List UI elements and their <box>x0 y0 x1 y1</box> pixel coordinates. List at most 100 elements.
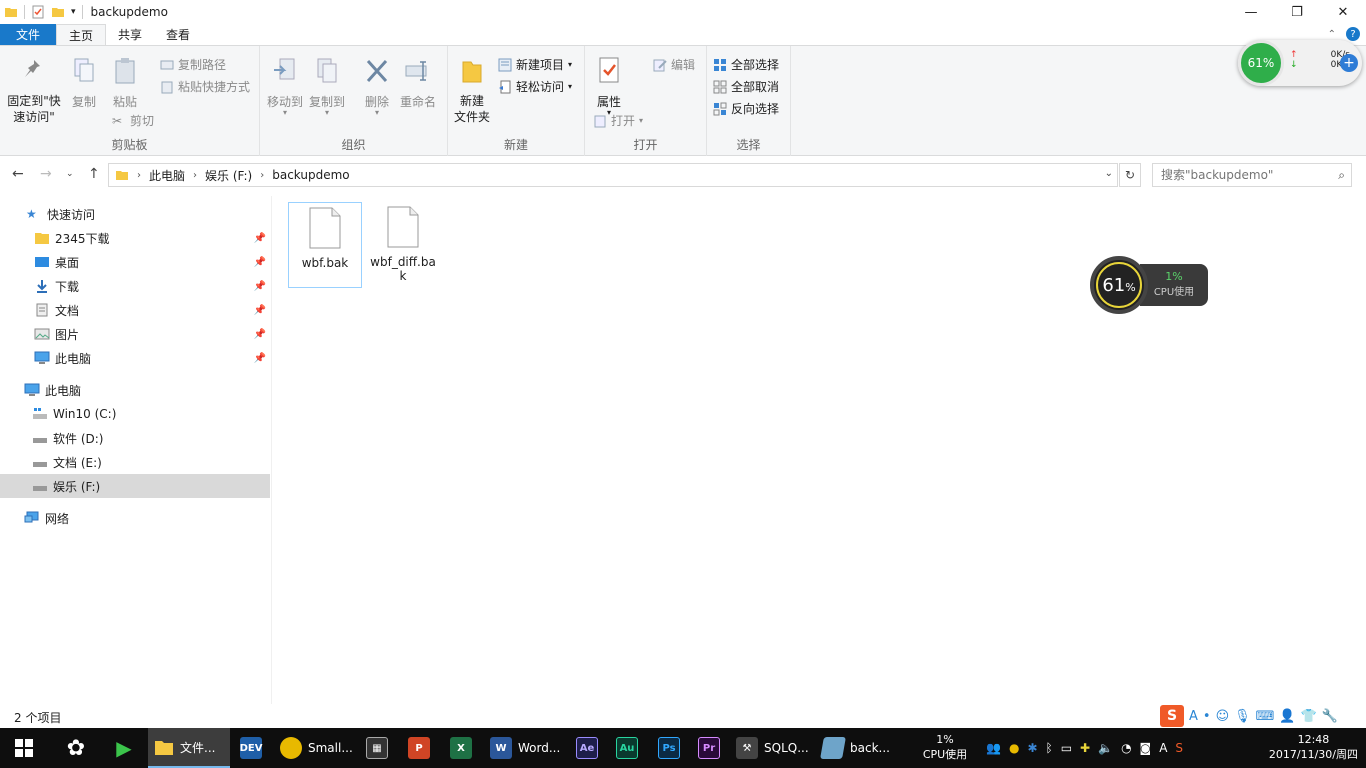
notification-icon[interactable]: ◙ <box>1140 741 1152 755</box>
cut-button[interactable]: ✂ 剪切 <box>112 112 154 129</box>
search-input[interactable] <box>1161 168 1321 182</box>
search-box[interactable]: ⌕ <box>1152 163 1352 187</box>
maximize-button[interactable]: ❐ <box>1274 0 1320 24</box>
pin-icon[interactable]: 📌 <box>254 257 266 268</box>
nav-quick-access[interactable]: ★ 快速访问 <box>0 202 270 226</box>
copy-to-button[interactable]: 复制到 ▾ <box>308 56 346 117</box>
cpu-usage-widget[interactable]: 1% CPU使用 61% <box>1090 256 1208 314</box>
tab-share[interactable]: 共享 <box>106 24 154 45</box>
pin-icon[interactable]: 📌 <box>254 233 266 244</box>
people-icon[interactable]: 👥 <box>986 741 1001 755</box>
start-button[interactable] <box>0 728 48 768</box>
user-icon[interactable]: 👤 <box>1279 709 1295 724</box>
taskbar-film[interactable]: ▦ <box>366 728 394 768</box>
network-speed-widget[interactable]: 61% ↑0K/s ↓0K/s + <box>1238 40 1362 86</box>
address-dropdown-icon[interactable]: ⌄ <box>1105 168 1113 179</box>
select-all-button[interactable]: 全部选择 <box>713 56 779 73</box>
file-item[interactable]: wbf.bak <box>288 202 362 288</box>
pin-icon[interactable]: 📌 <box>254 305 266 316</box>
edit-button[interactable]: 编辑 <box>653 56 695 73</box>
clock[interactable]: 12:48 2017/11/30/周四 <box>1269 732 1358 762</box>
customize-toolbar-icon[interactable]: ▾ <box>71 7 76 17</box>
ime-toolbar[interactable]: S A • ☺ 🎙 ⌨ 👤 👕 🔧 <box>1158 703 1366 729</box>
pin-to-quick-access-button[interactable]: 固定到"快速访问" <box>6 56 62 125</box>
color-ball-icon[interactable]: ● <box>1009 741 1019 755</box>
move-to-button[interactable]: 移动到 ▾ <box>266 56 304 117</box>
nav-pictures[interactable]: 图片 📌 <box>0 322 270 346</box>
tab-home[interactable]: 主页 <box>56 24 107 45</box>
keyboard-icon[interactable]: ⌨ <box>1256 709 1275 724</box>
volume-icon[interactable]: 🔈 <box>1098 741 1113 755</box>
tab-view[interactable]: 查看 <box>154 24 202 45</box>
language-icon[interactable]: A <box>1189 709 1198 724</box>
chevron-right-icon[interactable]: › <box>193 170 197 181</box>
copy-button[interactable]: 复制 <box>68 56 100 110</box>
taskbar-excel[interactable]: X <box>450 728 478 768</box>
breadcrumb-backupdemo[interactable]: backupdemo <box>272 168 349 182</box>
nav-downloads[interactable]: 下载 📌 <box>0 274 270 298</box>
taskbar-word[interactable]: W Word... <box>490 728 564 768</box>
microphone-icon[interactable]: 🎙 <box>1234 709 1251 724</box>
paste-shortcut-button[interactable]: 粘贴快捷方式 <box>160 78 250 95</box>
refresh-button[interactable]: ↻ <box>1119 163 1141 187</box>
pin-icon[interactable]: 📌 <box>254 281 266 292</box>
rename-button[interactable]: 重命名 <box>398 56 438 110</box>
chevron-right-icon[interactable]: › <box>260 170 264 181</box>
taskbar-after-effects[interactable]: Ae <box>576 728 604 768</box>
properties-button[interactable]: 属性 ▾ <box>591 56 627 117</box>
nav-this-pc[interactable]: 此电脑 <box>0 378 270 402</box>
punctuation-icon[interactable]: • <box>1203 709 1211 724</box>
taskbar-photoshop[interactable]: Ps <box>658 728 686 768</box>
select-none-button[interactable]: 全部取消 <box>713 78 779 95</box>
wifi-icon[interactable]: ◔ <box>1121 741 1131 755</box>
taskbar-premiere[interactable]: Pr <box>698 728 726 768</box>
bluetooth-icon[interactable]: ᛒ <box>1046 741 1053 755</box>
help-icon[interactable]: ? <box>1346 27 1360 41</box>
properties-icon[interactable] <box>31 5 45 19</box>
task-view-button[interactable]: ✿ <box>56 728 96 768</box>
taskbar-audition[interactable]: Au <box>616 728 644 768</box>
paste-button[interactable]: 粘贴 <box>108 56 142 110</box>
delete-button[interactable]: 删除 ▾ <box>362 56 392 117</box>
battery-icon[interactable]: ▭ <box>1061 741 1072 755</box>
forward-button[interactable]: → <box>40 166 52 182</box>
skin-icon[interactable]: 👕 <box>1301 709 1317 724</box>
address-bar[interactable]: › 此电脑 › 娱乐 (F:) › backupdemo ⌄ <box>108 163 1118 187</box>
nav-2345-downloads[interactable]: 2345下载 📌 <box>0 226 270 250</box>
taskbar-powerpoint[interactable]: P <box>408 728 436 768</box>
open-button[interactable]: 打开 ▾ <box>593 112 643 129</box>
taskbar-backup[interactable]: back... <box>820 728 902 768</box>
nav-drive-c[interactable]: Win10 (C:) <box>0 402 270 426</box>
minimize-button[interactable]: — <box>1228 0 1274 24</box>
emoji-icon[interactable]: ☺ <box>1216 709 1230 724</box>
plus-icon[interactable]: + <box>1340 54 1358 72</box>
wrench-icon[interactable]: 🔧 <box>1322 709 1338 724</box>
invert-selection-button[interactable]: 反向选择 <box>713 100 779 117</box>
close-button[interactable]: ✕ <box>1320 0 1366 24</box>
sogou-tray-icon[interactable]: S <box>1175 741 1183 755</box>
file-item[interactable]: wbf_diff.bak <box>366 202 440 288</box>
nav-network[interactable]: 网络 <box>0 506 270 530</box>
nav-drive-f[interactable]: 娱乐 (F:) <box>0 474 270 498</box>
taskbar-cpu-meter[interactable]: 1% CPU使用 <box>920 732 970 762</box>
nav-drive-d[interactable]: 软件 (D:) <box>0 426 270 450</box>
taskbar-file-explorer[interactable]: 文件... <box>148 728 230 768</box>
media-player-button[interactable]: ▶ <box>104 728 144 768</box>
easy-access-button[interactable]: 轻松访问 ▾ <box>498 78 572 95</box>
new-folder-icon[interactable] <box>51 5 65 19</box>
input-language-icon[interactable]: A <box>1159 741 1167 755</box>
sogou-ime-icon[interactable]: S <box>1160 705 1184 727</box>
taskbar-devexpress[interactable]: DEV <box>240 728 268 768</box>
breadcrumb-drive-f[interactable]: 娱乐 (F:) <box>205 167 252 184</box>
collapse-ribbon-icon[interactable]: ⌃ <box>1328 29 1336 40</box>
back-button[interactable]: ← <box>12 166 24 182</box>
nav-drive-e[interactable]: 文档 (E:) <box>0 450 270 474</box>
taskbar-small[interactable]: Small... <box>280 728 358 768</box>
nav-documents[interactable]: 文档 📌 <box>0 298 270 322</box>
nav-desktop[interactable]: 桌面 📌 <box>0 250 270 274</box>
new-item-button[interactable]: 新建项目 ▾ <box>498 56 572 73</box>
tab-file[interactable]: 文件 <box>0 24 56 45</box>
pin-icon[interactable]: 📌 <box>254 353 266 364</box>
chevron-right-icon[interactable]: › <box>137 170 141 181</box>
up-button[interactable]: ↑ <box>88 166 100 182</box>
